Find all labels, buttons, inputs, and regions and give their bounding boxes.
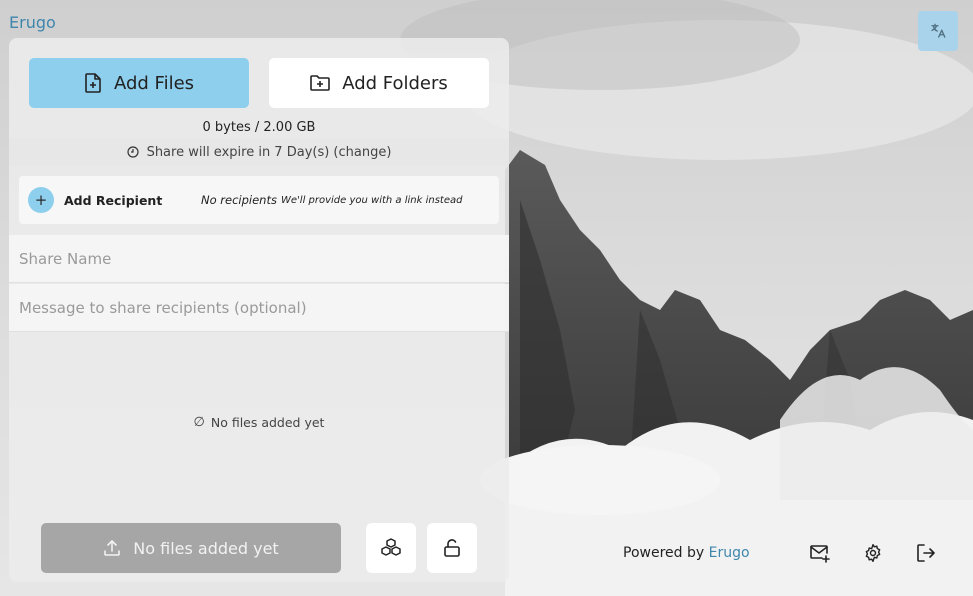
clock-icon bbox=[126, 146, 139, 158]
add-files-label: Add Files bbox=[113, 72, 195, 94]
file-list-empty-state: ∅ No files added yet bbox=[9, 415, 509, 430]
password-lock-button[interactable] bbox=[427, 523, 477, 573]
translate-icon bbox=[931, 23, 946, 38]
plus-icon: + bbox=[34, 191, 48, 209]
empty-files-text: No files added yet bbox=[210, 415, 325, 430]
add-files-button[interactable]: Add Files bbox=[29, 58, 249, 108]
settings-button[interactable] bbox=[853, 533, 893, 573]
upload-button-label: No files added yet bbox=[133, 538, 279, 558]
upload-icon bbox=[104, 540, 121, 556]
logout-icon bbox=[916, 544, 935, 562]
powered-by: Powered by Erugo bbox=[623, 545, 750, 561]
upload-button[interactable]: No files added yet bbox=[41, 523, 341, 573]
folder-plus-icon bbox=[310, 75, 331, 91]
share-name-row bbox=[9, 235, 509, 283]
empty-set-icon: ∅ bbox=[193, 415, 205, 430]
expiry-line[interactable]: Share will expire in 7 Day(s) (change) bbox=[9, 138, 509, 166]
add-folders-label: Add Folders bbox=[342, 72, 448, 94]
translate-button[interactable] bbox=[918, 11, 958, 51]
file-plus-icon bbox=[85, 73, 101, 93]
no-recipients-text: No recipients bbox=[201, 193, 277, 207]
bundle-icon bbox=[381, 538, 401, 556]
recipients-hint-text: We'll provide you with a link instead bbox=[281, 194, 463, 206]
share-name-input[interactable] bbox=[9, 235, 509, 282]
powered-by-link[interactable]: Erugo bbox=[709, 545, 750, 561]
logout-button[interactable] bbox=[906, 533, 946, 573]
add-folders-button[interactable]: Add Folders bbox=[269, 58, 489, 108]
brand-logo-text[interactable]: Erugo bbox=[9, 13, 56, 32]
lock-open-icon bbox=[444, 539, 460, 557]
storage-usage-text: 0 bytes / 2.00 GB bbox=[202, 120, 316, 135]
expiry-text: Share will expire in 7 Day(s) (change) bbox=[146, 144, 392, 160]
share-message-row bbox=[9, 284, 509, 332]
action-tray bbox=[788, 523, 958, 583]
invite-user-button[interactable] bbox=[800, 533, 840, 573]
add-recipient-button[interactable]: + bbox=[28, 187, 54, 213]
upload-panel: Add Files Add Folders 0 bytes / 2.00 GB … bbox=[9, 38, 509, 582]
gear-icon bbox=[865, 543, 881, 563]
recipients-box: + Add Recipient No recipients We'll prov… bbox=[19, 176, 499, 224]
bundle-button[interactable] bbox=[366, 523, 416, 573]
powered-by-text: Powered by bbox=[623, 545, 705, 561]
add-recipient-label[interactable]: Add Recipient bbox=[64, 193, 201, 208]
share-message-input[interactable] bbox=[9, 284, 509, 331]
mail-plus-icon bbox=[810, 545, 831, 563]
